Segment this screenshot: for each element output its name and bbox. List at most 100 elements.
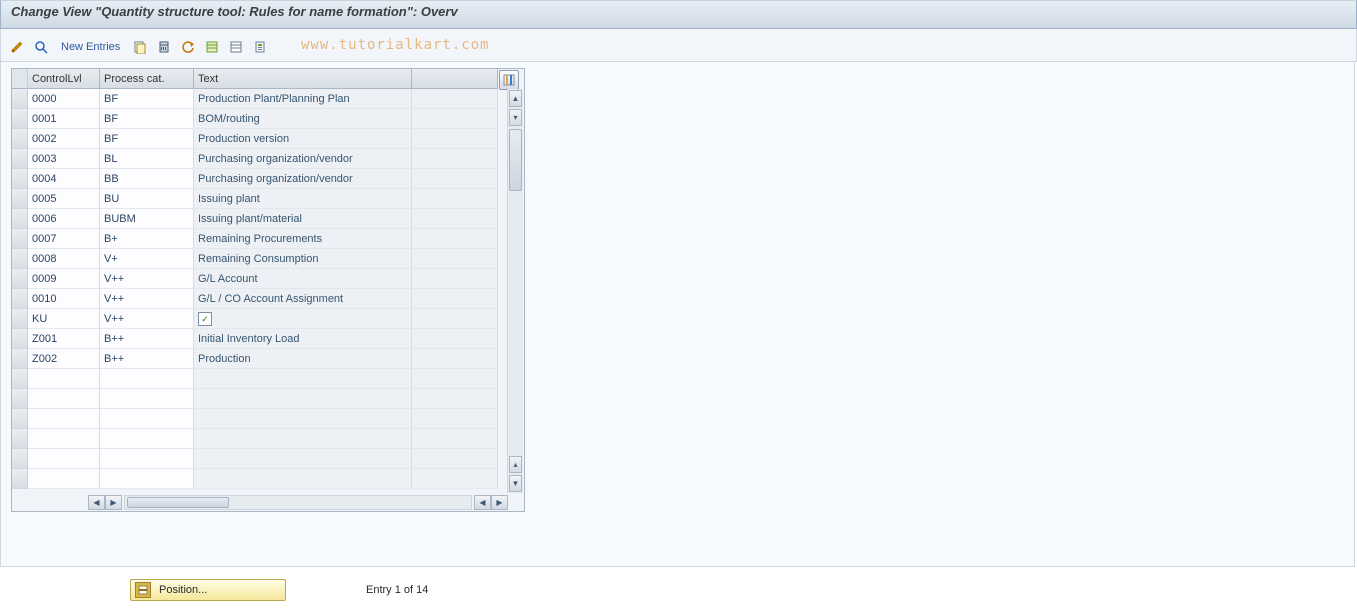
copy-as-button[interactable] <box>130 37 150 57</box>
cell-process-cat[interactable] <box>100 409 194 429</box>
new-entries-button[interactable]: New Entries <box>55 41 126 53</box>
cell-controllvl[interactable]: 0010 <box>28 289 100 309</box>
table-settings-cell <box>498 69 516 89</box>
cell-process-cat[interactable] <box>100 389 194 409</box>
cell-process-cat[interactable]: V++ <box>100 289 194 309</box>
scroll-right2-button[interactable]: ▶ <box>491 495 508 510</box>
table-row: 0002BFProduction version <box>12 129 524 149</box>
cell-controllvl[interactable] <box>28 369 100 389</box>
vertical-scrollbar[interactable]: ▲ ▾ ▴ ▼ <box>507 89 523 493</box>
scroll-thumb[interactable] <box>509 129 522 191</box>
scroll-down-button[interactable]: ▼ <box>509 475 522 492</box>
row-selector[interactable] <box>12 309 28 329</box>
column-header-controllvl[interactable]: ControlLvl <box>28 69 100 89</box>
delete-button[interactable] <box>154 37 174 57</box>
row-selector[interactable] <box>12 129 28 149</box>
scroll-line-down-button[interactable]: ▴ <box>509 456 522 473</box>
table-settings-button[interactable] <box>499 70 519 90</box>
print-button[interactable] <box>250 37 270 57</box>
row-selector[interactable] <box>12 469 28 489</box>
cell-process-cat[interactable]: BUBM <box>100 209 194 229</box>
cell-process-cat[interactable]: BF <box>100 129 194 149</box>
table-row: 0003BLPurchasing organization/vendor <box>12 149 524 169</box>
scroll-line-up-button[interactable]: ▾ <box>509 109 522 126</box>
cell-controllvl[interactable]: 0008 <box>28 249 100 269</box>
cell-controllvl[interactable]: 0006 <box>28 209 100 229</box>
cell-process-cat[interactable]: B++ <box>100 349 194 369</box>
row-selector[interactable] <box>12 409 28 429</box>
cell-controllvl[interactable] <box>28 409 100 429</box>
cell-process-cat[interactable]: BU <box>100 189 194 209</box>
cell-controllvl[interactable]: 0002 <box>28 129 100 149</box>
row-selector[interactable] <box>12 249 28 269</box>
column-header-text[interactable]: Text <box>194 69 412 89</box>
find-button[interactable] <box>31 37 51 57</box>
row-selector[interactable] <box>12 169 28 189</box>
row-selector[interactable] <box>12 369 28 389</box>
row-selector[interactable] <box>12 389 28 409</box>
cell-controllvl[interactable]: 0003 <box>28 149 100 169</box>
cell-controllvl[interactable]: 0000 <box>28 89 100 109</box>
cell-process-cat[interactable] <box>100 469 194 489</box>
cell-padding <box>412 269 498 289</box>
cell-process-cat[interactable]: B++ <box>100 329 194 349</box>
row-selector[interactable] <box>12 269 28 289</box>
cell-controllvl[interactable] <box>28 389 100 409</box>
row-selector[interactable] <box>12 209 28 229</box>
table-row <box>12 389 524 409</box>
cell-text: G/L Account <box>194 269 412 289</box>
cell-controllvl[interactable]: Z001 <box>28 329 100 349</box>
column-header-process-cat[interactable]: Process cat. <box>100 69 194 89</box>
row-selector[interactable] <box>12 89 28 109</box>
cell-process-cat[interactable]: V++ <box>100 269 194 289</box>
table-row <box>12 429 524 449</box>
cell-controllvl[interactable]: 0004 <box>28 169 100 189</box>
cell-process-cat[interactable]: BF <box>100 109 194 129</box>
row-selector[interactable] <box>12 109 28 129</box>
row-selector[interactable] <box>12 449 28 469</box>
cell-controllvl[interactable] <box>28 469 100 489</box>
scroll-track[interactable] <box>508 127 523 455</box>
row-selector[interactable] <box>12 329 28 349</box>
select-all-button[interactable] <box>202 37 222 57</box>
cell-process-cat[interactable]: BL <box>100 149 194 169</box>
undo-change-button[interactable] <box>178 37 198 57</box>
select-all-corner[interactable] <box>12 69 28 89</box>
scroll-up-button[interactable]: ▲ <box>509 90 522 107</box>
hscroll-track[interactable] <box>124 495 472 510</box>
scroll-left-button[interactable]: ◀ <box>88 495 105 510</box>
cell-controllvl[interactable]: 0001 <box>28 109 100 129</box>
row-selector[interactable] <box>12 189 28 209</box>
toggle-display-change-button[interactable] <box>7 37 27 57</box>
row-selector[interactable] <box>12 229 28 249</box>
checkbox-icon[interactable]: ✓ <box>198 312 212 326</box>
cell-controllvl[interactable]: 0007 <box>28 229 100 249</box>
scroll-right-button[interactable]: ▶ <box>105 495 122 510</box>
cell-process-cat[interactable]: V+ <box>100 249 194 269</box>
cell-controllvl[interactable] <box>28 449 100 469</box>
cell-controllvl[interactable] <box>28 429 100 449</box>
cell-text: Production <box>194 349 412 369</box>
deselect-all-button[interactable] <box>226 37 246 57</box>
cell-padding <box>412 309 498 329</box>
cell-process-cat[interactable]: BB <box>100 169 194 189</box>
row-selector[interactable] <box>12 429 28 449</box>
cell-controllvl[interactable]: Z002 <box>28 349 100 369</box>
cell-process-cat[interactable] <box>100 429 194 449</box>
cell-process-cat[interactable]: B+ <box>100 229 194 249</box>
cell-controllvl[interactable]: KU <box>28 309 100 329</box>
cell-process-cat[interactable]: BF <box>100 89 194 109</box>
position-button[interactable]: Position... <box>130 579 286 601</box>
cell-process-cat[interactable]: V++ <box>100 309 194 329</box>
cell-controllvl[interactable]: 0005 <box>28 189 100 209</box>
cell-controllvl[interactable]: 0009 <box>28 269 100 289</box>
row-selector[interactable] <box>12 349 28 369</box>
scroll-left2-button[interactable]: ◀ <box>474 495 491 510</box>
horizontal-scrollbar[interactable]: ◀ ▶ ◀ ▶ <box>28 495 508 510</box>
row-selector[interactable] <box>12 149 28 169</box>
cell-process-cat[interactable] <box>100 449 194 469</box>
table-row: Z002B++Production <box>12 349 524 369</box>
row-selector[interactable] <box>12 289 28 309</box>
hscroll-thumb[interactable] <box>127 497 229 508</box>
cell-process-cat[interactable] <box>100 369 194 389</box>
